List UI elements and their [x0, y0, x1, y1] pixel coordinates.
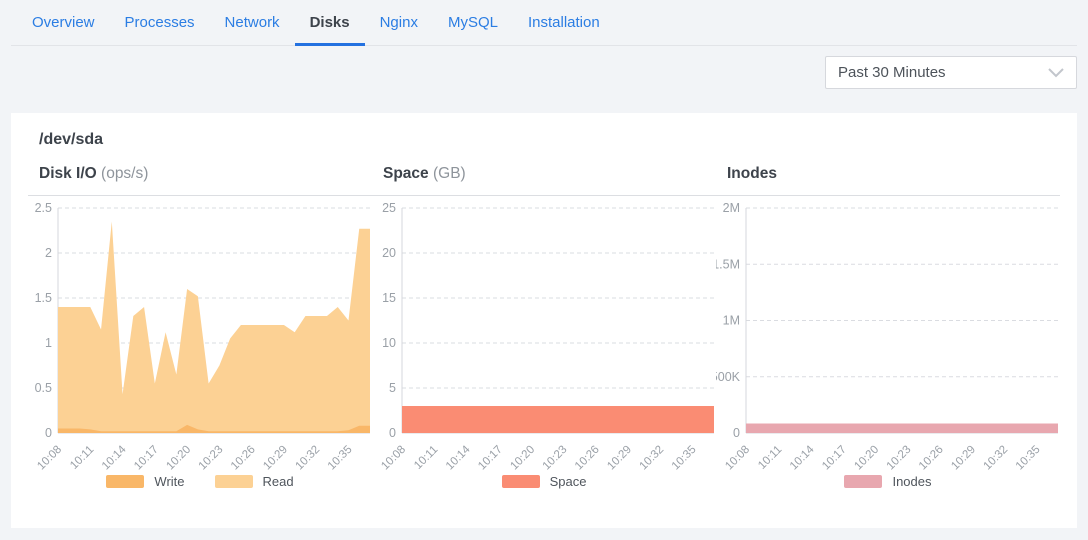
chart-title-disk-io: Disk I/O (ops/s)	[28, 165, 372, 183]
svg-text:1.5M: 1.5M	[716, 257, 740, 271]
svg-text:2: 2	[45, 246, 52, 260]
space-plot: 25 20 15 10 5 0 10:0810:1110:1410:1710:2010:23…	[372, 196, 716, 470]
svg-text:10:17: 10:17	[820, 444, 849, 470]
chart-titles-row: Disk I/O (ops/s) Space (GB) Inodes	[28, 165, 1060, 196]
svg-text:10:32: 10:32	[637, 444, 666, 470]
svg-text:10:23: 10:23	[197, 444, 226, 470]
chart-unit: (GB)	[433, 165, 466, 182]
svg-text:1M: 1M	[723, 314, 740, 328]
charts-row: 2.521.510.5010:0810:1110:1410:1710:2010:…	[28, 196, 1060, 489]
tab-bar: Overview Processes Network Disks Nginx M…	[11, 0, 1077, 46]
svg-text:0: 0	[733, 426, 740, 440]
svg-text:10: 10	[382, 336, 396, 350]
svg-text:20: 20	[382, 246, 396, 260]
chart-title-space: Space (GB)	[372, 165, 716, 183]
write-swatch	[106, 475, 144, 488]
tab-mysql[interactable]: MySQL	[433, 0, 513, 45]
svg-text:10:35: 10:35	[326, 444, 355, 470]
inodes-chart: 2M1.5M1M500K010:0810:1110:1410:1710:2010…	[716, 196, 1060, 489]
tab-processes[interactable]: Processes	[110, 0, 210, 45]
svg-text:10:14: 10:14	[788, 443, 817, 470]
disk-io-legend: Write Read	[28, 474, 372, 489]
chart-unit: (ops/s)	[101, 165, 148, 182]
svg-text:10:29: 10:29	[949, 444, 978, 470]
time-range-value: Past 30 Minutes	[838, 64, 946, 81]
svg-text:2M: 2M	[723, 201, 740, 215]
svg-text:2.5: 2.5	[35, 201, 52, 215]
svg-text:10:08: 10:08	[723, 444, 752, 470]
svg-text:1: 1	[45, 336, 52, 350]
svg-text:10:08: 10:08	[379, 444, 408, 470]
chart-title-inodes: Inodes	[716, 165, 1060, 183]
svg-text:10:23: 10:23	[885, 444, 914, 470]
inodes-plot: 2M1.5M1M500K010:0810:1110:1410:1710:2010…	[716, 196, 1060, 470]
space-swatch	[502, 475, 540, 488]
svg-text:0: 0	[389, 426, 396, 440]
legend-item-write: Write	[106, 474, 184, 489]
svg-text:25: 25	[382, 201, 396, 215]
svg-text:10:11: 10:11	[412, 444, 440, 470]
svg-text:10:14: 10:14	[100, 443, 129, 470]
space-legend: Space	[372, 474, 716, 489]
svg-text:0.5: 0.5	[35, 381, 52, 395]
svg-text:10:23: 10:23	[541, 444, 570, 470]
svg-text:0: 0	[45, 426, 52, 440]
tab-network[interactable]: Network	[210, 0, 295, 45]
svg-text:10:17: 10:17	[132, 444, 161, 470]
svg-text:10:26: 10:26	[573, 444, 602, 470]
svg-text:10:29: 10:29	[261, 444, 290, 470]
tab-overview[interactable]: Overview	[17, 0, 110, 45]
inodes-swatch	[844, 475, 882, 488]
device-title: /dev/sda	[28, 131, 1060, 149]
svg-text:10:29: 10:29	[605, 444, 634, 470]
svg-text:10:20: 10:20	[164, 444, 193, 470]
svg-text:10:11: 10:11	[756, 444, 784, 470]
svg-text:10:20: 10:20	[508, 444, 537, 470]
svg-text:10:14: 10:14	[444, 443, 473, 470]
svg-text:10:17: 10:17	[476, 444, 505, 470]
svg-text:10:32: 10:32	[293, 444, 322, 470]
inodes-legend: Inodes	[716, 474, 1060, 489]
svg-text:10:26: 10:26	[917, 444, 946, 470]
disk-io-plot: 2.521.510.5010:0810:1110:1410:1710:2010:…	[28, 196, 372, 470]
svg-text:10:32: 10:32	[981, 444, 1010, 470]
tab-installation[interactable]: Installation	[513, 0, 615, 45]
tab-disks[interactable]: Disks	[295, 0, 365, 45]
svg-text:10:11: 10:11	[68, 444, 96, 470]
svg-text:10:35: 10:35	[670, 444, 699, 470]
svg-text:500K: 500K	[716, 370, 741, 384]
chevron-down-icon	[1048, 68, 1064, 78]
time-range-select[interactable]: Past 30 Minutes	[825, 56, 1077, 89]
svg-text:5: 5	[389, 381, 396, 395]
disk-card: /dev/sda Disk I/O (ops/s) Space (GB) Ino…	[11, 113, 1077, 528]
svg-text:10:08: 10:08	[35, 444, 64, 470]
read-swatch	[215, 475, 253, 488]
space-chart: 25 20 15 10 5 0 10:0810:1110:1410:1710:2010:23…	[372, 196, 716, 489]
svg-text:10:35: 10:35	[1014, 444, 1043, 470]
legend-item-read: Read	[215, 474, 294, 489]
toolbar: Past 30 Minutes	[0, 46, 1088, 112]
legend-item-space: Space	[502, 474, 587, 489]
tab-nginx[interactable]: Nginx	[365, 0, 433, 45]
svg-text:10:20: 10:20	[852, 444, 881, 470]
disk-io-chart: 2.521.510.5010:0810:1110:1410:1710:2010:…	[28, 196, 372, 489]
svg-text:15: 15	[382, 291, 396, 305]
svg-text:1.5: 1.5	[35, 291, 52, 305]
legend-item-inodes: Inodes	[844, 474, 931, 489]
svg-text:10:26: 10:26	[229, 444, 258, 470]
